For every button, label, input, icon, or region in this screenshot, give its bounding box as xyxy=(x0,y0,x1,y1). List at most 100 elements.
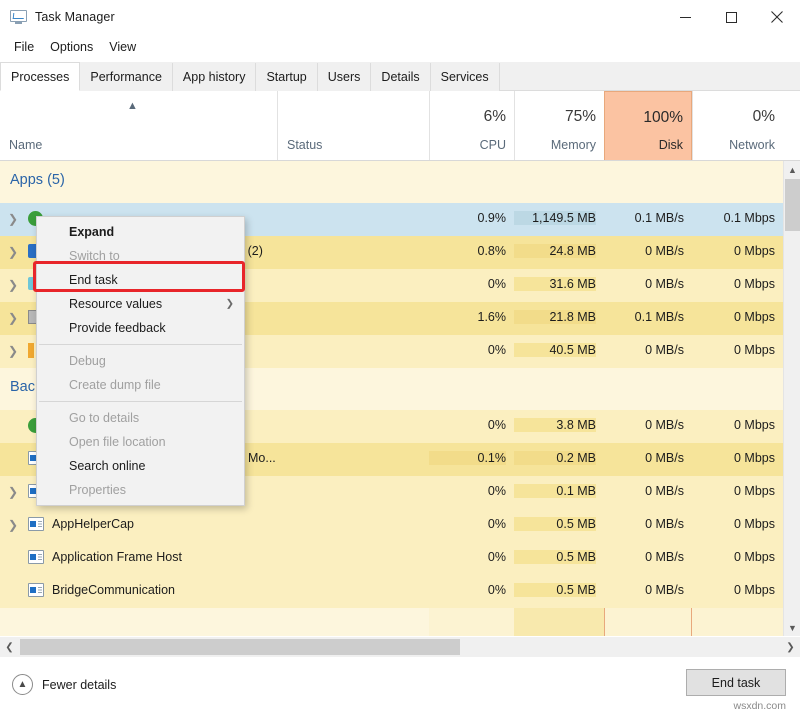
window-icon xyxy=(28,583,44,599)
context-menu-item-expand[interactable]: Expand xyxy=(37,220,244,244)
cell-cpu: 0.9% xyxy=(429,211,506,225)
chevron-right-icon[interactable]: ❯ xyxy=(6,518,20,532)
chevron-right-icon[interactable]: ❯ xyxy=(6,311,20,325)
table-row[interactable]: BridgeCommunication 0% 0.5 MB 0 MB/s 0 M… xyxy=(0,575,783,608)
cell-cpu: 0% xyxy=(429,343,506,357)
fewer-details-label: Fewer details xyxy=(42,678,116,692)
cell-memory: 0.5 MB xyxy=(514,550,596,564)
chevron-left-icon[interactable]: ❮ xyxy=(0,637,19,657)
close-icon[interactable] xyxy=(754,0,800,34)
cell-disk: 0 MB/s xyxy=(604,277,684,291)
chevron-right-icon: ❯ xyxy=(226,299,234,310)
context-menu-item-end-task[interactable]: End task xyxy=(37,268,244,292)
menu-item-view[interactable]: View xyxy=(101,37,144,57)
horizontal-scrollbar[interactable]: ❮ ❯ xyxy=(0,637,800,657)
tab-strip: Processes Performance App history Startu… xyxy=(0,62,800,91)
cell-network: 0 Mbps xyxy=(692,244,775,258)
context-menu-item-switch-to: Switch to xyxy=(37,244,244,268)
column-header-name[interactable]: Name ▲ xyxy=(0,91,277,160)
window-icon xyxy=(28,550,44,566)
fewer-details-button[interactable]: ▲ Fewer details xyxy=(12,674,116,695)
cell-network: 0 Mbps xyxy=(692,277,775,291)
menu-item-options[interactable]: Options xyxy=(42,37,101,57)
cell-memory: 3.8 MB xyxy=(514,418,596,432)
title-bar: Task Manager xyxy=(0,0,800,34)
window-icon xyxy=(28,517,44,533)
tab-startup[interactable]: Startup xyxy=(256,63,317,91)
cell-network: 0 Mbps xyxy=(692,484,775,498)
cell-memory: 1,149.5 MB xyxy=(514,211,596,225)
cell-network: 0 Mbps xyxy=(692,517,775,531)
menu-item-file[interactable]: File xyxy=(6,37,42,57)
end-task-button[interactable]: End task xyxy=(686,669,786,696)
chevron-right-icon[interactable]: ❯ xyxy=(781,637,800,657)
monitor-chart-icon xyxy=(10,10,27,25)
cell-disk: 0 MB/s xyxy=(604,583,684,597)
chevron-right-icon[interactable]: ❯ xyxy=(6,245,20,259)
chevron-right-icon[interactable]: ❯ xyxy=(6,212,20,226)
cell-cpu: 0.8% xyxy=(429,244,506,258)
vertical-scrollbar-thumb[interactable] xyxy=(785,179,800,231)
cell-memory: 0.2 MB xyxy=(514,451,596,465)
cell-disk: 0 MB/s xyxy=(604,244,684,258)
vertical-scrollbar[interactable]: ▲ ▼ xyxy=(783,161,800,636)
chevron-right-icon[interactable]: ❯ xyxy=(6,485,20,499)
cell-network: 0 Mbps xyxy=(692,451,775,465)
context-menu-item-resource-values[interactable]: Resource values ❯ xyxy=(37,292,244,316)
cell-cpu: 0% xyxy=(429,484,506,498)
context-menu-separator xyxy=(39,401,242,402)
table-row[interactable]: Application Frame Host 0% 0.5 MB 0 MB/s … xyxy=(0,542,783,575)
minimize-icon[interactable] xyxy=(662,0,708,34)
cell-disk: 0.1 MB/s xyxy=(604,211,684,225)
cell-cpu: 0% xyxy=(429,517,506,531)
cell-memory: 24.8 MB xyxy=(514,244,596,258)
context-menu-item-go-to-details: Go to details xyxy=(37,406,244,430)
tab-performance[interactable]: Performance xyxy=(80,63,173,91)
chevron-down-icon[interactable]: ▼ xyxy=(784,619,800,636)
cell-network: 0 Mbps xyxy=(692,310,775,324)
cell-memory: 31.6 MB xyxy=(514,277,596,291)
group-header-apps[interactable]: Apps (5) xyxy=(0,161,783,203)
chevron-up-circle-icon: ▲ xyxy=(12,674,33,695)
context-menu-item-create-dump-file: Create dump file xyxy=(37,373,244,397)
context-menu-item-provide-feedback[interactable]: Provide feedback xyxy=(37,316,244,340)
footer-bar: ▲ Fewer details End task wsxdn.com xyxy=(0,657,800,715)
chevron-right-icon[interactable]: ❯ xyxy=(6,344,20,358)
maximize-icon[interactable] xyxy=(708,0,754,34)
column-header-memory[interactable]: 75% Memory xyxy=(514,91,604,160)
column-header-cpu[interactable]: 6% CPU xyxy=(429,91,514,160)
cell-cpu: 0% xyxy=(429,277,506,291)
cell-network: 0 Mbps xyxy=(692,583,775,597)
column-header-network[interactable]: 0% Network xyxy=(692,91,783,160)
window-controls xyxy=(662,0,800,34)
context-menu-item-search-online[interactable]: Search online xyxy=(37,454,244,478)
window-title: Task Manager xyxy=(35,10,115,24)
tab-users[interactable]: Users xyxy=(318,63,372,91)
context-menu-separator xyxy=(39,344,242,345)
horizontal-scrollbar-thumb[interactable] xyxy=(20,639,460,655)
tab-processes[interactable]: Processes xyxy=(0,62,80,91)
context-menu-item-debug: Debug xyxy=(37,349,244,373)
cell-cpu: 0.1% xyxy=(429,451,506,465)
tab-services[interactable]: Services xyxy=(431,63,500,91)
column-header-status[interactable]: Status xyxy=(277,91,429,160)
table-row[interactable]: ❯ AppHelperCap 0% 0.5 MB 0 MB/s 0 Mbps xyxy=(0,509,783,542)
cell-disk: 0 MB/s xyxy=(604,343,684,357)
context-menu-item-properties: Properties xyxy=(37,478,244,502)
chevron-up-icon[interactable]: ▲ xyxy=(784,161,800,178)
chevron-right-icon[interactable]: ❯ xyxy=(6,278,20,292)
cell-disk: 0 MB/s xyxy=(604,550,684,564)
tab-app-history[interactable]: App history xyxy=(173,63,257,91)
cell-disk: 0 MB/s xyxy=(604,517,684,531)
cell-disk: 0 MB/s xyxy=(604,451,684,465)
cell-network: 0 Mbps xyxy=(692,550,775,564)
cell-network: 0 Mbps xyxy=(692,418,775,432)
cell-cpu: 0% xyxy=(429,418,506,432)
cell-cpu: 0% xyxy=(429,550,506,564)
cell-disk: 0 MB/s xyxy=(604,418,684,432)
column-header-disk[interactable]: 100% Disk xyxy=(604,91,692,160)
cell-network: 0.1 Mbps xyxy=(692,211,775,225)
context-menu[interactable]: Expand Switch to End task Resource value… xyxy=(36,216,245,506)
tab-details[interactable]: Details xyxy=(371,63,430,91)
cell-disk: 0.1 MB/s xyxy=(604,310,684,324)
